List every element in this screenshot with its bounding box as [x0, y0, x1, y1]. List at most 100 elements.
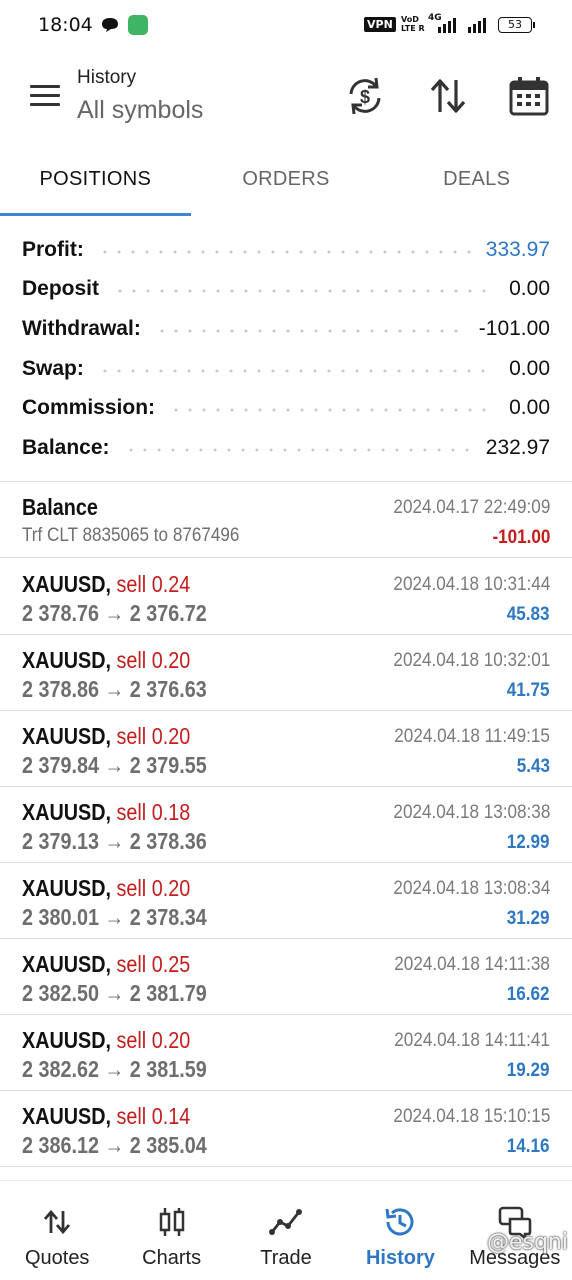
list-item[interactable]: XAUUSD, sell 0.20 2 380.01 → 2 378.34 20… — [0, 863, 572, 939]
list-item[interactable]: XAUUSD, sell 0.20 2 382.62 → 2 381.59 20… — [0, 1015, 572, 1091]
currency-exchange-icon[interactable]: $ — [343, 74, 387, 118]
deal-prices: 2 380.01 → 2 378.34 — [22, 904, 207, 930]
chat-bubble-icon — [102, 18, 118, 32]
sort-icon[interactable] — [426, 74, 470, 118]
dotted-leader — [113, 289, 496, 294]
deal-prices: 2 382.50 → 2 381.79 — [22, 980, 207, 1006]
tab-indicator — [0, 213, 191, 216]
volte-indicator: VoD LTE R — [401, 15, 425, 33]
dotted-leader — [97, 368, 496, 373]
summary-row-swap: Swap: 0.00 — [22, 349, 550, 389]
deal-symbol: XAUUSD, — [22, 875, 112, 901]
deal-type: sell 0.25 — [116, 951, 191, 977]
deal-symbol: XAUUSD, — [22, 951, 112, 977]
summary-row-profit: Profit: 333.97 — [22, 230, 550, 270]
nav-label: Quotes — [24, 1247, 90, 1269]
signal-strength-2-icon — [468, 17, 486, 33]
deal-time: 2024.04.18 10:31:44 — [393, 574, 550, 595]
trade-icon — [269, 1209, 303, 1235]
nav-label: Charts — [142, 1247, 202, 1269]
deal-title: XAUUSD, sell 0.18 — [22, 799, 190, 826]
deal-type: sell 0.20 — [116, 723, 191, 749]
list-item[interactable]: XAUUSD, sell 0.24 2 378.76 → 2 376.72 20… — [0, 559, 572, 635]
deal-symbol: XAUUSD, — [22, 723, 112, 749]
deal-prices: 2 379.13 → 2 378.36 — [22, 828, 207, 854]
charts-icon — [159, 1208, 184, 1236]
deal-title: XAUUSD, sell 0.20 — [22, 1027, 190, 1054]
volte-bottom: LTE R — [401, 24, 425, 33]
status-time: 18:04 — [38, 14, 93, 36]
summary-panel: Profit: 333.97 Deposit 0.00 Withdrawal: … — [22, 230, 550, 468]
deal-profit: 19.29 — [507, 1060, 550, 1081]
deal-type: sell 0.20 — [116, 1027, 191, 1053]
page-subtitle: History — [77, 67, 137, 88]
dotted-leader — [123, 447, 472, 452]
summary-value: 0.00 — [509, 396, 550, 420]
deal-type: sell 0.14 — [116, 1103, 191, 1129]
deal-profit: 14.16 — [507, 1136, 550, 1157]
app-bar: History All symbols $ — [0, 52, 572, 152]
nav-quotes[interactable]: Quotes — [0, 1181, 114, 1280]
deal-profit: 16.62 — [507, 984, 550, 1005]
deal-prices: 2 378.86 → 2 376.63 — [22, 676, 207, 702]
deal-symbol: XAUUSD, — [22, 799, 112, 825]
volte-top: VoD — [401, 15, 419, 24]
deal-symbol: XAUUSD, — [22, 1103, 112, 1129]
deal-symbol: XAUUSD, — [22, 571, 112, 597]
watermark: @esqni — [486, 1230, 568, 1255]
status-bar: 18:04 VPN VoD LTE R 4G 53 — [0, 0, 572, 52]
deal-profit: 45.83 — [507, 604, 550, 625]
summary-value: 0.00 — [509, 356, 550, 380]
summary-label: Swap: — [22, 356, 98, 381]
app-notification-icon — [128, 15, 148, 35]
deal-time: 2024.04.18 15:10:15 — [393, 1106, 550, 1127]
summary-label: Deposit — [22, 277, 114, 302]
deal-title: XAUUSD, sell 0.24 — [22, 571, 190, 598]
deal-prices: 2 378.76 → 2 376.72 — [22, 600, 207, 626]
deal-type: sell 0.20 — [116, 647, 191, 673]
list-item[interactable]: XAUUSD, sell 0.20 2 378.86 → 2 376.63 20… — [0, 635, 572, 711]
list-item[interactable]: XAUUSD, sell 0.25 2 382.50 → 2 381.79 20… — [0, 939, 572, 1015]
list-item[interactable]: XAUUSD, sell 0.14 2 386.12 → 2 385.04 20… — [0, 1091, 572, 1167]
tab-orders[interactable]: ORDERS — [191, 152, 382, 216]
nav-history[interactable]: History — [343, 1181, 457, 1280]
symbol-filter[interactable]: All symbols — [77, 96, 203, 125]
svg-text:$: $ — [360, 87, 370, 107]
summary-row-commission: Commission: 0.00 — [22, 388, 550, 428]
deal-time: 2024.04.18 14:11:41 — [394, 1030, 550, 1051]
calendar-icon[interactable] — [507, 74, 551, 118]
deal-time: 2024.04.18 10:32:01 — [393, 650, 550, 671]
deal-time: 2024.04.17 22:49:09 — [393, 497, 550, 518]
summary-label: Withdrawal: — [22, 316, 155, 341]
summary-value: 0.00 — [509, 277, 550, 301]
signal-strength-icon — [438, 17, 456, 33]
deal-type: sell 0.20 — [116, 875, 191, 901]
deal-title: XAUUSD, sell 0.14 — [22, 1103, 190, 1130]
deal-prices: 2 386.12 → 2 385.04 — [22, 1132, 207, 1158]
summary-value: -101.00 — [478, 316, 550, 340]
summary-label: Commission: — [22, 396, 170, 421]
tab-deals[interactable]: DEALS — [381, 152, 572, 216]
deal-time: 2024.04.18 13:08:34 — [393, 878, 550, 899]
dotted-leader — [97, 249, 472, 254]
deal-title: XAUUSD, sell 0.20 — [22, 647, 190, 674]
battery-icon: 53 — [498, 17, 535, 33]
list-item-balance[interactable]: Balance Trf CLT 8835065 to 8767496 2024.… — [0, 482, 572, 558]
vpn-badge: VPN — [364, 17, 396, 32]
deal-title: XAUUSD, sell 0.25 — [22, 951, 190, 978]
list-item[interactable]: XAUUSD, sell 0.18 2 379.13 → 2 378.36 20… — [0, 787, 572, 863]
list-item[interactable]: XAUUSD, sell 0.20 2 379.84 → 2 379.55 20… — [0, 711, 572, 787]
tab-positions[interactable]: POSITIONS — [0, 152, 191, 216]
deal-time: 2024.04.18 14:11:38 — [394, 954, 550, 975]
nav-trade[interactable]: Trade — [229, 1181, 343, 1280]
deal-time: 2024.04.18 11:49:15 — [394, 726, 550, 747]
dotted-leader — [169, 408, 496, 413]
quotes-icon — [44, 1209, 71, 1235]
dotted-leader — [154, 328, 465, 333]
deal-symbol: XAUUSD, — [22, 647, 112, 673]
menu-icon[interactable] — [30, 85, 60, 109]
summary-value: 232.97 — [485, 435, 550, 459]
deal-profit: 31.29 — [507, 908, 550, 929]
nav-charts[interactable]: Charts — [114, 1181, 228, 1280]
deal-title: XAUUSD, sell 0.20 — [22, 875, 190, 902]
